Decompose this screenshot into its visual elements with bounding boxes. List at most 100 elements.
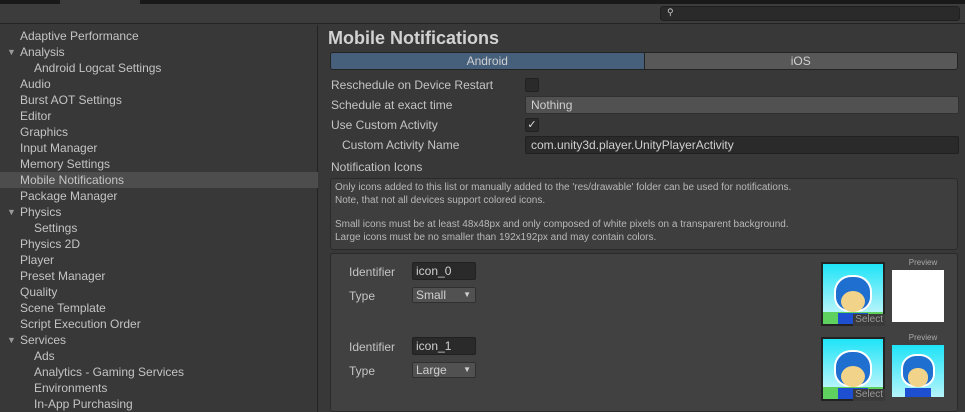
identifier-label: Identifier: [349, 265, 396, 279]
select-button[interactable]: Select: [853, 389, 885, 401]
icon-entry: Identifier icon_1 Type Large ▼ Select Pre…: [331, 333, 957, 407]
identifier-input[interactable]: icon_0: [412, 262, 476, 280]
type-label: Type: [349, 289, 376, 303]
tab-ios[interactable]: iOS: [643, 53, 957, 69]
icon-texture-field[interactable]: Select: [821, 337, 885, 401]
activity-name-input[interactable]: com.unity3d.player.UnityPlayerActivity: [525, 136, 959, 154]
preview-image: [892, 345, 944, 397]
schedule-dropdown[interactable]: Nothing: [525, 96, 959, 114]
sidebar-item[interactable]: ▼ Services: [0, 332, 318, 348]
search-input[interactable]: ⚲: [660, 6, 960, 21]
reschedule-row: Reschedule on Device Restart: [331, 76, 959, 94]
custom-activity-label: Use Custom Activity: [331, 118, 438, 132]
sidebar-item-label: Script Execution Order: [20, 317, 141, 331]
sidebar-item[interactable]: Graphics: [0, 124, 318, 140]
sidebar-item[interactable]: ▼ Physics: [0, 204, 318, 220]
icon-entry: Identifier icon_0 Type Small ▼ Select Pre…: [331, 258, 957, 332]
type-value: Small: [416, 288, 447, 302]
expand-arrow-icon[interactable]: ▼: [7, 44, 16, 60]
sidebar-item[interactable]: Preset Manager: [0, 268, 318, 284]
help-box: Only icons added to this list or manuall…: [330, 178, 958, 250]
chevron-down-icon: ▼: [463, 365, 471, 374]
type-dropdown[interactable]: Small ▼: [412, 287, 476, 303]
sidebar-item[interactable]: Analytics - Gaming Services: [0, 364, 318, 380]
icon-list: Identifier icon_0 Type Small ▼ Select Pre…: [330, 253, 958, 412]
select-button[interactable]: Select: [853, 314, 885, 326]
sidebar-item[interactable]: Adaptive Performance: [0, 28, 318, 44]
custom-activity-row: Use Custom Activity ✓: [331, 116, 959, 134]
search-icon: ⚲: [667, 7, 674, 17]
toolbar: ⚲: [0, 4, 965, 24]
help-text: Note, that not all devices support color…: [335, 194, 546, 206]
help-text: Large icons must be no smaller than 192x…: [335, 231, 657, 243]
sidebar-item-label: Analytics - Gaming Services: [34, 365, 185, 379]
sidebar-item[interactable]: Ads: [0, 348, 318, 364]
sidebar-item-label: Player: [20, 253, 55, 267]
help-text: Small icons must be at least 48x48px and…: [335, 219, 789, 230]
reschedule-label: Reschedule on Device Restart: [331, 78, 494, 92]
reschedule-checkbox[interactable]: [525, 78, 539, 92]
schedule-row: Schedule at exact time Nothing: [331, 96, 959, 114]
sidebar-item-label: Physics 2D: [20, 237, 81, 251]
sidebar-item[interactable]: Quality: [0, 284, 318, 300]
custom-activity-checkbox[interactable]: ✓: [525, 118, 539, 132]
expand-arrow-icon[interactable]: ▼: [7, 204, 16, 220]
sidebar-item[interactable]: Burst AOT Settings: [0, 92, 318, 108]
sidebar-item[interactable]: In-App Purchasing: [0, 396, 318, 412]
sidebar-item[interactable]: Scene Template: [0, 300, 318, 316]
schedule-label: Schedule at exact time: [331, 98, 453, 112]
sidebar-item-label: Memory Settings: [20, 157, 111, 171]
sidebar-item[interactable]: Mobile Notifications: [0, 172, 318, 188]
activity-name-label: Custom Activity Name: [342, 138, 460, 152]
sidebar-item[interactable]: Audio: [0, 76, 318, 92]
sidebar-item[interactable]: Editor: [0, 108, 318, 124]
platform-tabs: Android iOS: [330, 52, 958, 70]
identifier-label: Identifier: [349, 340, 396, 354]
sidebar-item-label: Services: [20, 333, 67, 347]
sidebar-item-label: Physics: [20, 205, 62, 219]
sidebar-item-label: Scene Template: [20, 301, 106, 315]
identifier-input[interactable]: icon_1: [412, 337, 476, 355]
sidebar-item-label: Adaptive Performance: [20, 29, 139, 43]
type-label: Type: [349, 364, 376, 378]
sidebar-item-label: Quality: [20, 285, 58, 299]
sidebar-item-label: Settings: [34, 221, 78, 235]
sidebar-item-label: Mobile Notifications: [20, 173, 125, 187]
sidebar-item-label: Environments: [34, 381, 108, 395]
sidebar-item[interactable]: Package Manager: [0, 188, 318, 204]
sidebar-item[interactable]: Input Manager: [0, 140, 318, 156]
settings-sidebar: Adaptive Performance ▼ Analysis Android Log…: [0, 25, 318, 412]
page-title: Mobile Notifications: [328, 28, 499, 48]
expand-arrow-icon[interactable]: ▼: [7, 332, 16, 348]
preview-label: Preview: [908, 258, 938, 267]
type-value: Large: [416, 363, 447, 377]
sidebar-item[interactable]: Settings: [0, 220, 318, 236]
sidebar-item[interactable]: Memory Settings: [0, 156, 318, 172]
sidebar-item-label: Ads: [34, 349, 55, 363]
sidebar-item-label: Editor: [20, 109, 52, 123]
activity-name-row: Custom Activity Name com.unity3d.player.…: [331, 136, 959, 154]
sidebar-item[interactable]: Environments: [0, 380, 318, 396]
sidebar-item-label: Graphics: [20, 125, 69, 139]
sidebar-item-label: In-App Purchasing: [34, 397, 133, 411]
sidebar-item[interactable]: Android Logcat Settings: [0, 60, 318, 76]
sidebar-item-label: Burst AOT Settings: [20, 93, 122, 107]
notification-icons-label: Notification Icons: [331, 160, 423, 174]
preview-image: [892, 270, 944, 322]
sidebar-item-label: Analysis: [20, 45, 65, 59]
notification-icons-header: Notification Icons: [331, 158, 959, 176]
preview-label: Preview: [908, 333, 938, 342]
sidebar-item-label: Preset Manager: [20, 269, 106, 283]
sidebar-item[interactable]: ▼ Analysis: [0, 44, 318, 60]
sidebar-item-label: Input Manager: [20, 141, 98, 155]
sidebar-item[interactable]: Script Execution Order: [0, 316, 318, 332]
mobile-notifications-panel: Mobile Notifications Android iOS Resched…: [319, 25, 965, 412]
sidebar-item[interactable]: Physics 2D: [0, 236, 318, 252]
tab-android[interactable]: Android: [331, 53, 644, 69]
chevron-down-icon: ▼: [463, 290, 471, 299]
icon-texture-field[interactable]: Select: [821, 262, 885, 326]
type-dropdown[interactable]: Large ▼: [412, 362, 476, 378]
sidebar-item[interactable]: Player: [0, 252, 318, 268]
sidebar-item-label: Package Manager: [20, 189, 118, 203]
sidebar-item-label: Audio: [20, 77, 51, 91]
